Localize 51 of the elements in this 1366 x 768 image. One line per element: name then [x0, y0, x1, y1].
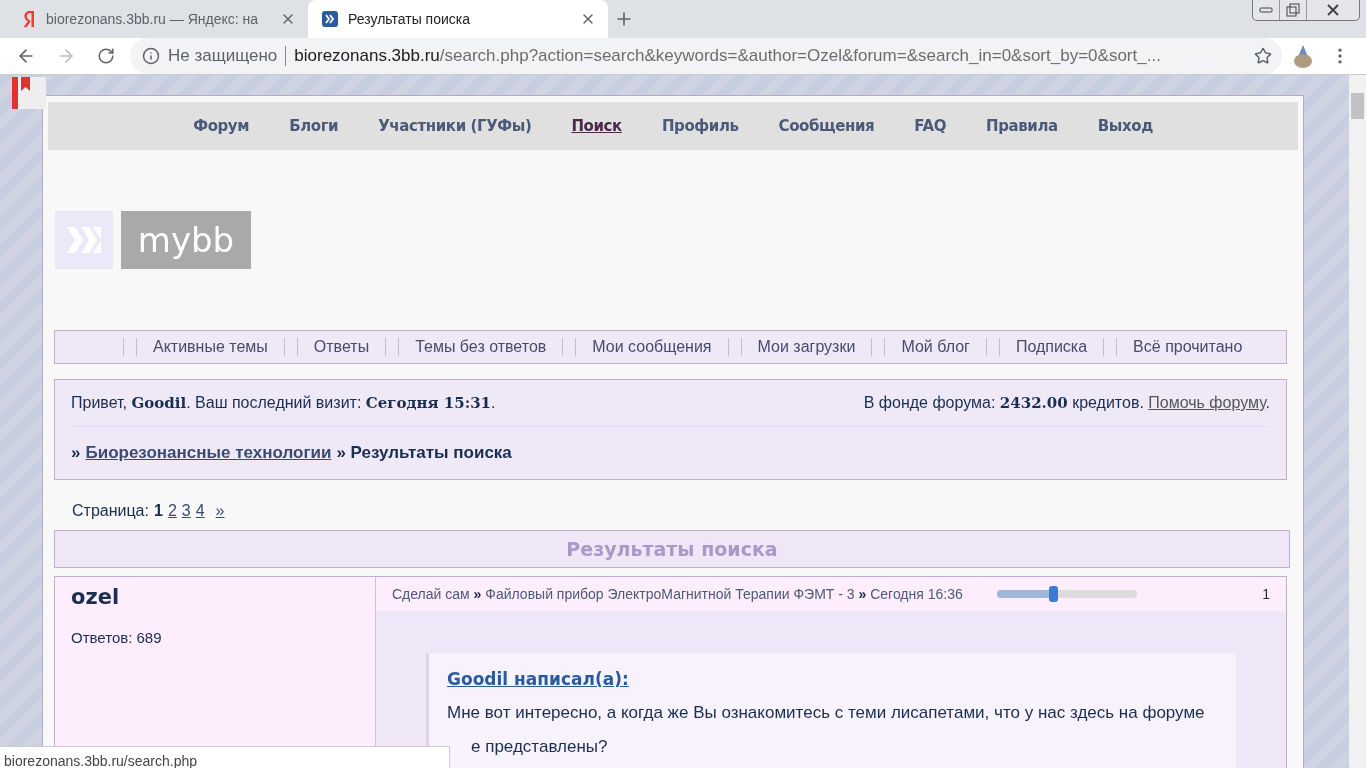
- nav-link[interactable]: Выход: [1097, 117, 1153, 135]
- slider-thumb[interactable]: [1048, 586, 1058, 602]
- nav-link[interactable]: Участники (ГУФы): [378, 117, 532, 135]
- submenu-link[interactable]: Активные темы: [153, 338, 268, 356]
- info-icon[interactable]: [142, 47, 160, 65]
- submenu-link[interactable]: Мои сообщения: [592, 338, 712, 356]
- next-page-link[interactable]: »: [215, 502, 225, 520]
- nav-link[interactable]: Блоги: [289, 117, 339, 135]
- post-path: Сделай сам » Файловый прибор ЭлектроМагнитной Терапии ФЭМТ - 3 » Сегодня 16:36: [392, 586, 963, 602]
- minimize-icon[interactable]: [1259, 7, 1273, 13]
- bookmark-icon[interactable]: [12, 77, 46, 109]
- page-link[interactable]: 1: [153, 502, 163, 520]
- fund-text: В фонде форума: 2432.00 кредитов. Помочь форуму.: [863, 394, 1270, 412]
- nav-link[interactable]: Форум: [193, 117, 250, 135]
- nav-link[interactable]: Сообщения: [778, 117, 875, 135]
- post-number: 1: [1262, 586, 1270, 602]
- close-icon[interactable]: [1326, 4, 1340, 16]
- logo-wordmark: mybb: [121, 211, 251, 269]
- browser-tab[interactable]: biorezonans.3bb.ru — Яндекс: на: [8, 0, 308, 38]
- donate-link[interactable]: Помочь форуму: [1148, 394, 1266, 411]
- submenu-link[interactable]: Всё прочитано: [1133, 338, 1243, 356]
- reload-icon[interactable]: [97, 47, 115, 65]
- quote-text: Мне вот интересно, а когда же Вы ознакомитесь с теми лисапетами, что у нас здесь на форуме: [447, 703, 1206, 723]
- nav-link[interactable]: Профиль: [661, 117, 739, 135]
- greeting-text: Привет, Goodil. Ваш последний визит: Сегодня 15:31.: [71, 394, 496, 412]
- results-heading: Результаты поиска: [54, 530, 1290, 568]
- status-url: biorezonans.3bb.ru/search.php: [0, 746, 450, 768]
- submenu-link[interactable]: Мои загрузки: [757, 338, 856, 356]
- breadcrumb-link[interactable]: Биорезонансные технологии: [85, 443, 332, 463]
- page-link[interactable]: 3: [181, 502, 191, 520]
- restore-icon[interactable]: [1286, 3, 1300, 17]
- address-bar[interactable]: Не защищено biorezonans.3bb.ru/search.php?action=search&keywords=&author=Ozel&forum=&search_in=0&sort_by=0&sort_...: [130, 38, 1282, 74]
- page-link[interactable]: 2: [167, 502, 177, 520]
- bookmark-star-icon[interactable]: [1254, 47, 1272, 65]
- author-name[interactable]: ozel: [71, 585, 359, 609]
- quote-text: е представлены?: [470, 737, 609, 757]
- pagination-label: Страница:: [72, 502, 149, 520]
- yandex-icon: [22, 10, 36, 28]
- submenu-link[interactable]: Мой блог: [901, 338, 970, 356]
- browser-tab[interactable]: Результаты поиска: [308, 0, 608, 38]
- submenu-link[interactable]: Темы без ответов: [415, 338, 547, 356]
- breadcrumb: » Биорезонансные технологии » Результаты поиска: [71, 442, 513, 465]
- submenu-link[interactable]: Подписка: [1015, 338, 1088, 356]
- quote-author-link[interactable]: Goodil написал(а):: [447, 669, 629, 689]
- nav-link[interactable]: Правила: [986, 117, 1058, 135]
- reply-count: Ответов: 689: [71, 629, 163, 646]
- nav-link[interactable]: Поиск: [571, 117, 622, 135]
- site-logo-icon: [322, 11, 338, 27]
- page-link[interactable]: 4: [195, 502, 205, 520]
- nav-link[interactable]: FAQ: [914, 117, 946, 135]
- submenu-link[interactable]: Ответы: [313, 338, 370, 356]
